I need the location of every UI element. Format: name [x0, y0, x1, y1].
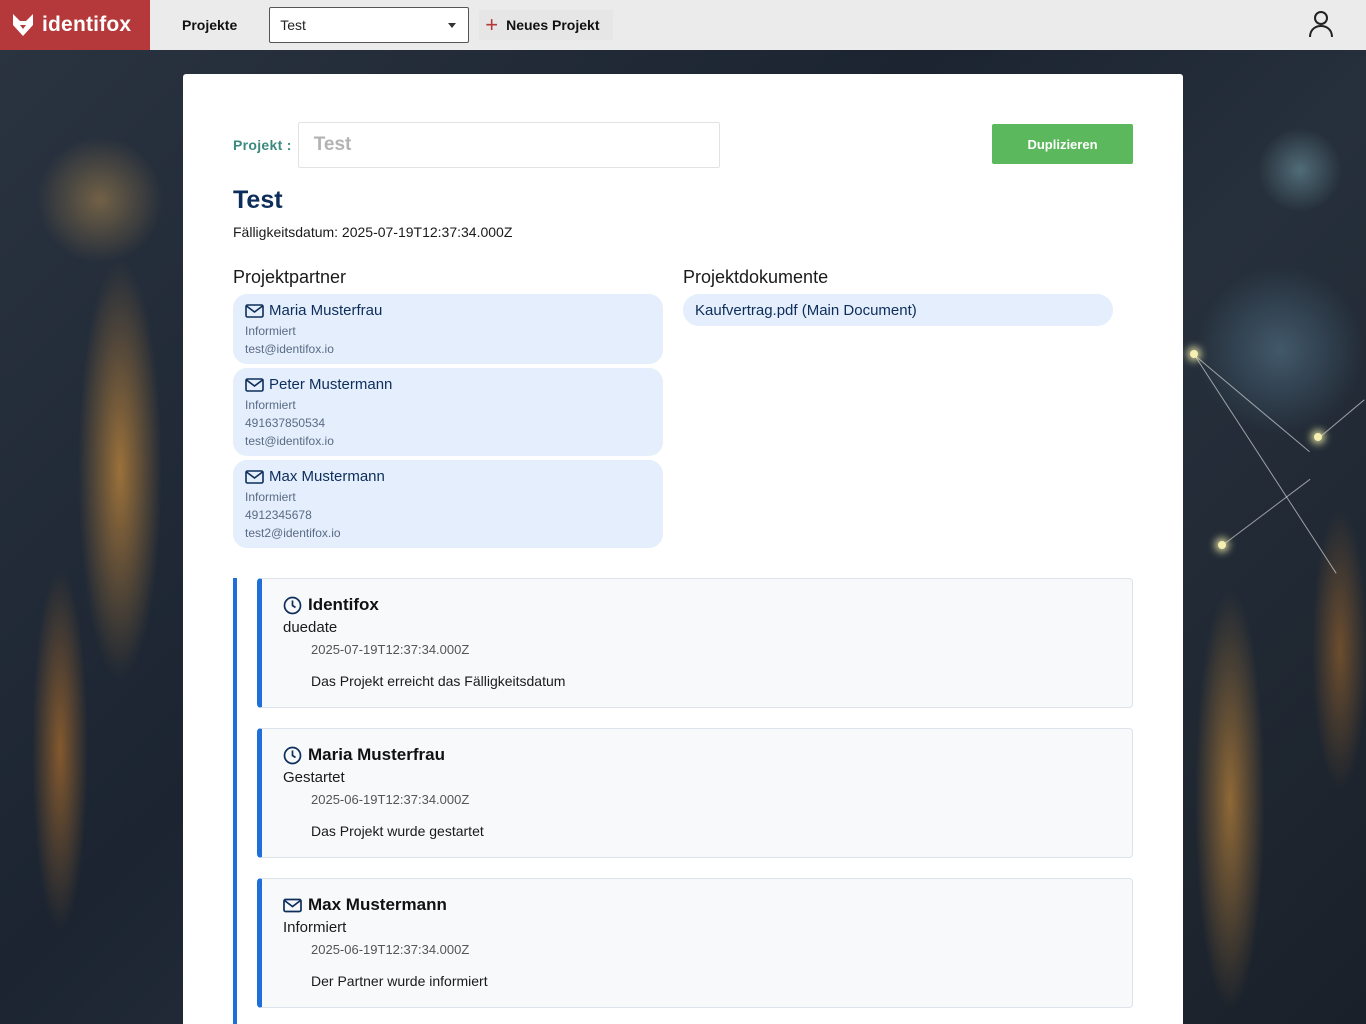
nav-projects-link[interactable]: Projekte	[182, 17, 237, 33]
network-line	[1194, 355, 1337, 574]
event-type: Informiert	[283, 919, 347, 936]
event-actor: Max Mustermann	[308, 895, 447, 914]
event-date: 2025-06-19T12:37:34.000Z	[311, 792, 470, 807]
partner-name-row: Maria Musterfrau	[245, 302, 651, 319]
partners-heading: Projektpartner	[233, 267, 347, 287]
user-account-icon[interactable]	[1308, 10, 1334, 38]
network-line	[1194, 355, 1310, 453]
project-select-value: Test	[280, 17, 306, 33]
network-node	[1314, 433, 1322, 441]
partner-email: test2@identifox.io	[245, 526, 341, 540]
project-title: Test	[233, 186, 283, 214]
clock-icon	[283, 596, 302, 614]
documents-heading: Projektdokumente	[683, 267, 829, 287]
duplicate-button[interactable]: Duplizieren	[992, 124, 1133, 164]
partner-status: Informiert	[245, 490, 296, 504]
partner-status: Informiert	[245, 324, 296, 338]
partner-email: test@identifox.io	[245, 342, 334, 356]
event-header: Maria Musterfrau	[283, 745, 1132, 765]
partner-card[interactable]: Peter Mustermann Informiert 491637850534…	[233, 368, 663, 456]
network-node	[1218, 541, 1226, 549]
document-name: Kaufvertrag.pdf (Main Document)	[695, 301, 917, 319]
event-type: Gestartet	[283, 769, 345, 786]
event-header: Max Mustermann	[283, 895, 1132, 915]
event-date: 2025-06-19T12:37:34.000Z	[311, 942, 470, 957]
mail-icon	[245, 303, 264, 318]
timeline-event: Maria Musterfrau Gestartet 2025-06-19T12…	[257, 728, 1133, 858]
partner-name: Maria Musterfrau	[269, 302, 383, 319]
timeline-line	[233, 578, 237, 1024]
project-name-row: Projekt :	[233, 122, 720, 168]
event-description: Das Projekt wurde gestartet	[311, 823, 484, 839]
app-name: identifox	[42, 13, 132, 36]
partner-name: Max Mustermann	[269, 468, 385, 485]
top-navigation-bar: identifox Projekte Test + Neues Projekt	[0, 0, 1366, 50]
partner-card[interactable]: Maria Musterfrau Informiert test@identif…	[233, 294, 663, 364]
event-type: duedate	[283, 619, 338, 636]
partner-phone: 4912345678	[245, 508, 312, 522]
partner-name: Peter Mustermann	[269, 376, 393, 393]
document-item[interactable]: Kaufvertrag.pdf (Main Document)	[683, 294, 1113, 326]
mail-icon	[245, 469, 264, 484]
timeline-event: Max Mustermann Informiert 2025-06-19T12:…	[257, 878, 1133, 1008]
project-detail-card: Projekt : Duplizieren Test Fälligkeitsda…	[183, 74, 1183, 1024]
clock-icon	[283, 746, 302, 764]
caret-down-icon	[448, 22, 457, 28]
network-node	[1190, 350, 1198, 358]
event-actor: Identifox	[308, 595, 379, 614]
event-header: Identifox	[283, 595, 1132, 615]
event-actor: Maria Musterfrau	[308, 745, 445, 764]
event-description: Der Partner wurde informiert	[311, 973, 488, 989]
due-date-text: Fälligkeitsdatum: 2025-07-19T12:37:34.00…	[233, 224, 513, 240]
partner-card[interactable]: Max Mustermann Informiert 4912345678 tes…	[233, 460, 663, 548]
fox-logo-icon	[13, 14, 33, 36]
event-description: Das Projekt erreicht das Fälligkeitsdatu…	[311, 673, 566, 689]
partner-phone: 491637850534	[245, 416, 326, 430]
plus-icon: +	[485, 12, 499, 37]
project-name-input[interactable]	[297, 122, 720, 168]
partner-email: test@identifox.io	[245, 434, 334, 448]
partner-name-row: Max Mustermann	[245, 468, 651, 485]
event-date: 2025-07-19T12:37:34.000Z	[311, 642, 470, 657]
project-label: Projekt :	[233, 137, 292, 153]
new-project-label: Neues Projekt	[506, 17, 600, 33]
mail-icon	[283, 898, 302, 912]
timeline-event: Identifox duedate 2025-07-19T12:37:34.00…	[257, 578, 1133, 708]
network-line	[1318, 399, 1365, 439]
new-project-button[interactable]: + Neues Projekt	[479, 10, 614, 40]
app-logo[interactable]: identifox	[0, 0, 150, 50]
partner-name-row: Peter Mustermann	[245, 376, 651, 393]
mail-icon	[245, 377, 264, 392]
partner-status: Informiert	[245, 398, 296, 412]
project-select[interactable]: Test	[269, 7, 470, 43]
